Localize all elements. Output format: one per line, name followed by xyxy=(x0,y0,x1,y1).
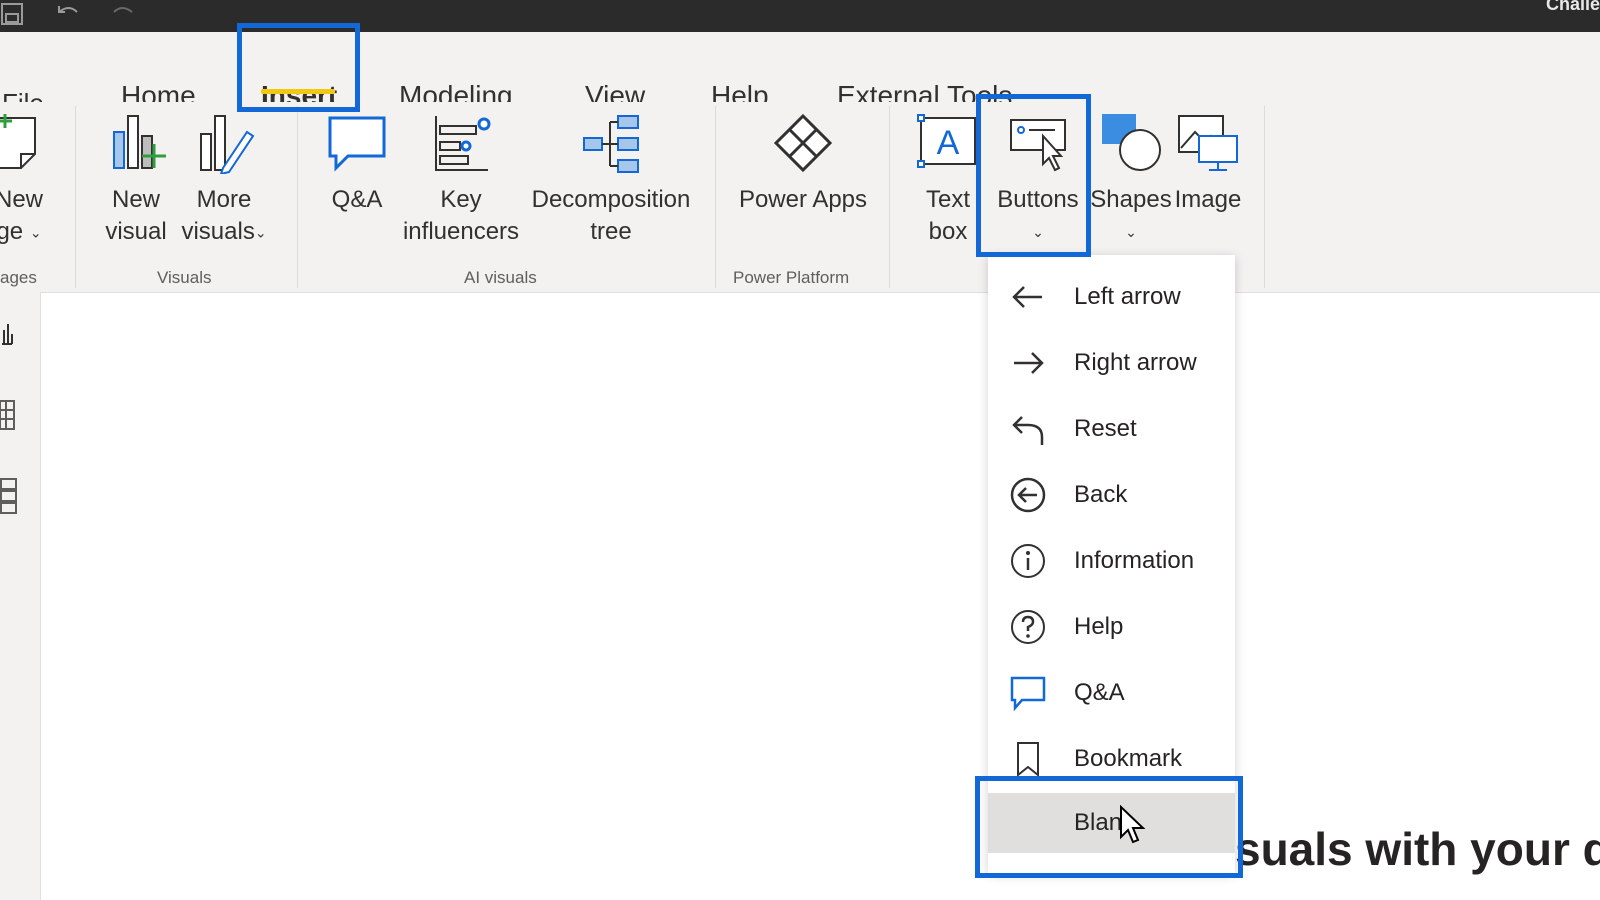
svg-text:A: A xyxy=(937,124,960,162)
group-separator xyxy=(1264,106,1265,288)
image-button[interactable]: Image xyxy=(1168,112,1248,216)
reset-icon xyxy=(1012,416,1044,445)
menu-item-label: Left arrow xyxy=(1074,283,1181,310)
more-visuals-button[interactable]: More visuals⌄ xyxy=(178,112,270,249)
chevron-down-icon: ⌄ xyxy=(29,224,42,241)
menu-item-label: Bookmark xyxy=(1074,745,1183,772)
menu-item-reset[interactable]: Reset xyxy=(988,399,1235,459)
image-label: Image xyxy=(1174,186,1242,213)
menu-item-help[interactable]: Help xyxy=(988,597,1235,657)
group-label-pages: ages xyxy=(0,268,37,287)
help-icon xyxy=(1011,610,1045,644)
new-visual-icon xyxy=(113,115,166,169)
key-influencers-icon xyxy=(435,116,491,171)
decomposition-tree-button[interactable]: Decomposition tree xyxy=(526,112,696,248)
menu-item-qa[interactable]: Q&A xyxy=(988,663,1235,723)
menu-item-label: Information xyxy=(1074,547,1195,574)
key-influencers-button[interactable]: Key influencers xyxy=(398,112,524,248)
shapes-label: Shapes xyxy=(1090,186,1172,213)
qa-icon xyxy=(328,116,386,172)
redo-icon[interactable] xyxy=(110,2,136,32)
group-separator xyxy=(297,106,298,288)
bookmark-icon xyxy=(1017,742,1039,777)
group-label-visuals: Visuals xyxy=(157,268,212,287)
qa-bubble-icon xyxy=(1010,676,1046,711)
highlight-buttons xyxy=(976,94,1091,257)
key-influencers-label-1: Key xyxy=(440,186,482,213)
menu-item-label: Right arrow xyxy=(1074,349,1197,376)
left-arrow-icon xyxy=(1012,286,1042,308)
menu-item-label: Back xyxy=(1074,481,1128,508)
new-visual-button[interactable]: New visual xyxy=(96,112,176,248)
model-view-icon[interactable] xyxy=(0,478,18,514)
image-icon xyxy=(1178,115,1238,171)
more-visuals-icon xyxy=(200,115,255,174)
undo-icon[interactable] xyxy=(55,2,81,32)
more-visuals-label-2: visuals xyxy=(181,218,255,245)
power-apps-label: Power Apps xyxy=(738,186,868,213)
decomposition-tree-icon xyxy=(583,115,639,173)
right-arrow-icon xyxy=(1014,352,1044,374)
menu-item-information[interactable]: Information xyxy=(988,531,1235,591)
highlight-blank-item xyxy=(975,776,1243,878)
chevron-down-icon: ⌄ xyxy=(254,224,267,241)
menu-item-label: Q&A xyxy=(1074,679,1125,706)
menu-item-left-arrow[interactable]: Left arrow xyxy=(988,267,1235,327)
new-page-icon xyxy=(0,114,36,169)
back-circle-icon xyxy=(1010,477,1046,513)
qa-button[interactable]: Q&A xyxy=(322,112,392,216)
menu-item-label: Reset xyxy=(1074,415,1137,442)
group-label-power-platform: Power Platform xyxy=(733,268,850,287)
menu-item-label: Help xyxy=(1074,613,1124,640)
chevron-down-icon: ⌄ xyxy=(1125,224,1137,240)
power-apps-icon xyxy=(773,113,833,173)
group-separator xyxy=(75,106,76,288)
new-visual-label-1: New xyxy=(111,186,160,213)
account-name[interactable]: Challe xyxy=(1546,0,1600,15)
view-switcher-rail xyxy=(0,292,41,900)
new-visual-label-2: visual xyxy=(105,218,167,245)
new-page-button[interactable]: New ge ⌄ xyxy=(0,112,52,249)
shapes-icon xyxy=(1102,114,1161,171)
report-view-icon[interactable] xyxy=(0,320,14,346)
group-label-ai-visuals: AI visuals xyxy=(464,268,537,287)
power-apps-button[interactable]: Power Apps xyxy=(730,112,876,216)
key-influencers-label-2: influencers xyxy=(402,218,520,245)
highlight-insert-tab xyxy=(237,23,360,112)
more-visuals-label-1: More xyxy=(196,186,252,213)
group-separator xyxy=(889,106,890,288)
shapes-button[interactable]: Shapes ⌄ xyxy=(1086,112,1176,248)
data-view-icon[interactable] xyxy=(0,400,16,430)
decomposition-tree-label-2: tree xyxy=(590,218,632,245)
text-box-icon: A xyxy=(917,114,976,168)
new-page-label-1: New xyxy=(0,186,43,213)
canvas-welcome-text: suals with your d xyxy=(1235,823,1600,875)
menu-item-right-arrow[interactable]: Right arrow xyxy=(988,333,1235,393)
group-separator xyxy=(715,106,716,288)
information-icon xyxy=(1011,544,1045,578)
decomposition-tree-label-1: Decomposition xyxy=(531,186,691,213)
menu-item-back[interactable]: Back xyxy=(988,465,1235,525)
new-page-label-2: ge xyxy=(0,218,24,245)
qa-label: Q&A xyxy=(331,186,383,213)
save-icon[interactable] xyxy=(0,2,24,32)
